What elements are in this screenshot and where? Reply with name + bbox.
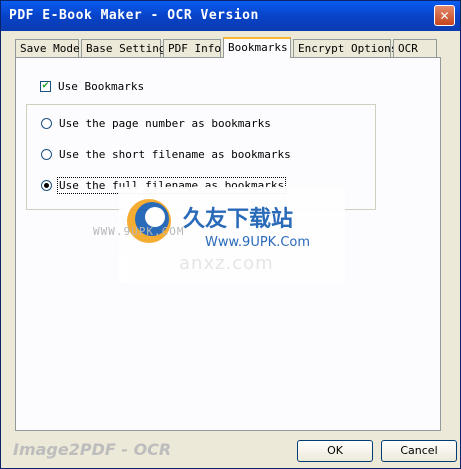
tab-base-setting[interactable]: Base Setting xyxy=(81,39,165,57)
use-bookmarks-checkbox[interactable]: ✔ Use Bookmarks xyxy=(40,80,144,93)
tab-save-mode[interactable]: Save Mode xyxy=(15,39,80,57)
tab-bookmarks[interactable]: Bookmarks xyxy=(223,37,291,58)
use-bookmarks-label: Use Bookmarks xyxy=(58,80,145,93)
footer-brand: Image2PDF - OCR xyxy=(13,440,172,459)
radio-page-number[interactable]: Use the page number as bookmarks xyxy=(41,117,271,130)
watermark-url: Www.9UPK.Com xyxy=(205,235,311,250)
radio-button-selected[interactable] xyxy=(41,180,52,191)
radio-button[interactable] xyxy=(41,149,52,160)
tab-encrypt-options[interactable]: Encrypt Options xyxy=(293,39,397,57)
watermark-ghost-text: anxz.com xyxy=(179,253,274,274)
close-button[interactable]: ✕ xyxy=(434,5,455,26)
radio-button[interactable] xyxy=(41,118,52,129)
title-bar: PDF E-Book Maker - OCR Version ✕ xyxy=(1,1,460,31)
tab-pdf-info[interactable]: PDF Info xyxy=(163,39,221,57)
checkmark-icon: ✔ xyxy=(41,81,50,91)
close-icon: ✕ xyxy=(439,8,450,23)
watermark-site-name: 久友下载站 xyxy=(183,207,294,232)
checkbox-box[interactable]: ✔ xyxy=(40,81,51,92)
ok-button[interactable]: OK xyxy=(297,440,373,462)
tab-ocr[interactable]: OCR xyxy=(393,39,437,57)
radio-label-short-filename: Use the short filename as bookmarks xyxy=(59,148,291,161)
window-title: PDF E-Book Maker - OCR Version xyxy=(9,8,259,23)
app-window: PDF E-Book Maker - OCR Version ✕ Save Mo… xyxy=(0,0,461,469)
radio-selected-dot xyxy=(44,183,49,188)
watermark-left-url: WWW.9UPK.COM xyxy=(93,225,185,238)
radio-label-page-number: Use the page number as bookmarks xyxy=(59,117,271,130)
radio-short-filename[interactable]: Use the short filename as bookmarks xyxy=(41,148,291,161)
cancel-button[interactable]: Cancel xyxy=(381,440,457,462)
